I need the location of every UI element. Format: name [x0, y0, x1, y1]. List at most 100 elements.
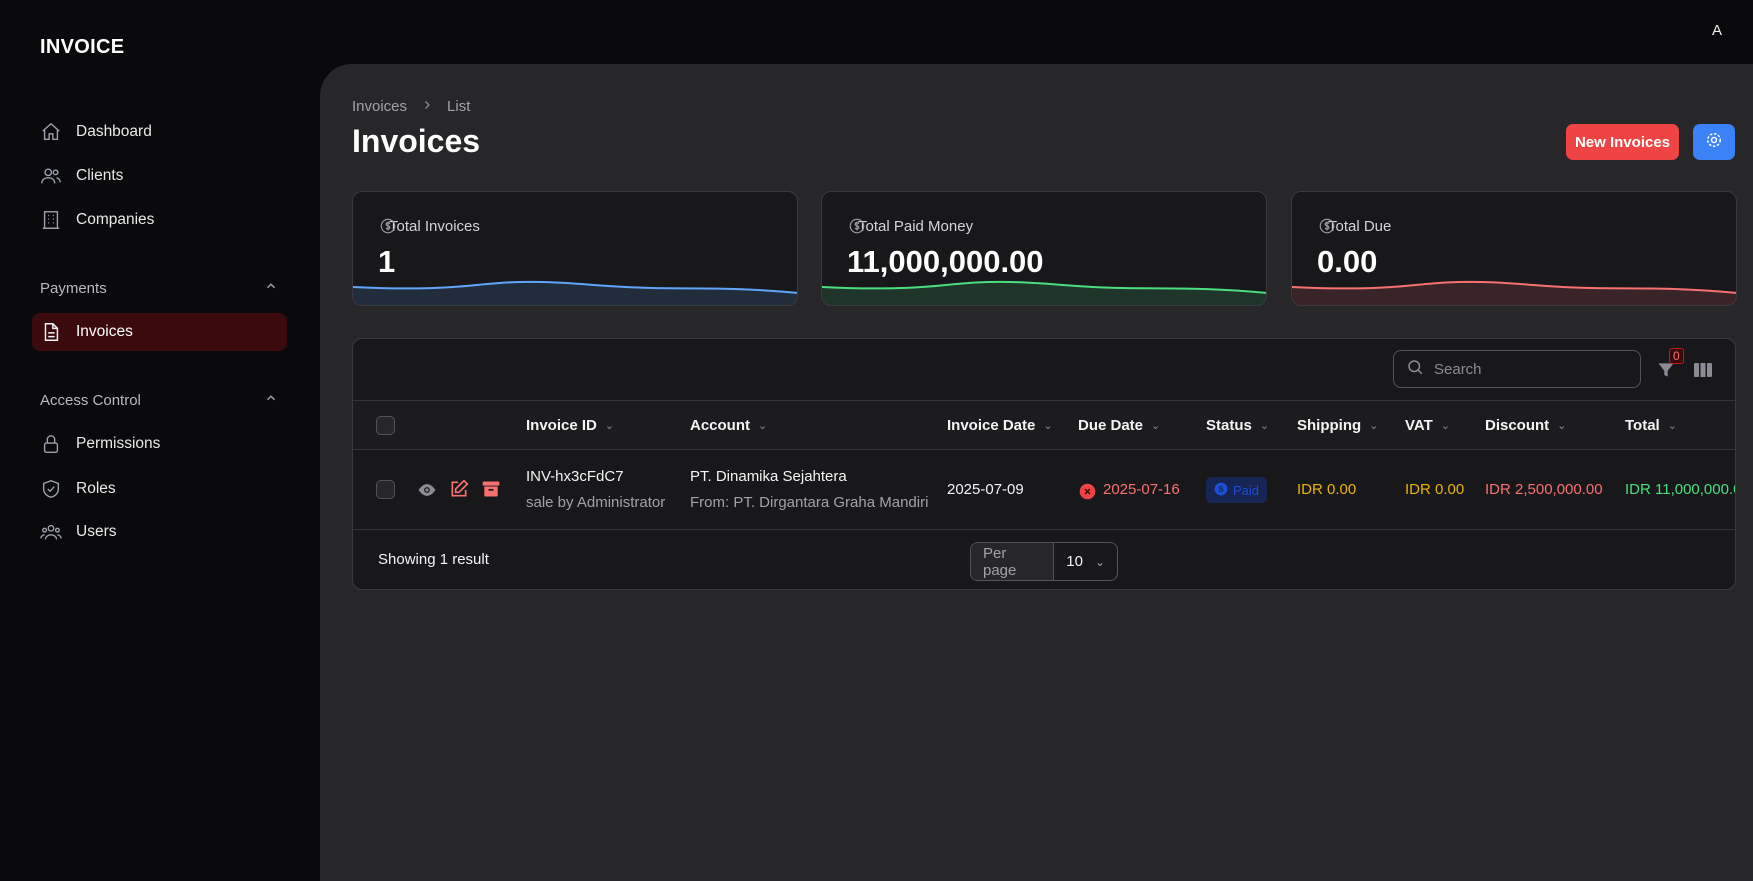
sidebar-item-label: Clients — [76, 167, 124, 184]
sidebar-group-payments[interactable]: Payments — [40, 279, 278, 297]
column-due-date[interactable]: Due Date ⌄ — [1078, 417, 1160, 434]
gear-icon — [1704, 130, 1724, 155]
sidebar-item-label: Invoices — [76, 323, 133, 340]
invoice-id[interactable]: INV-hx3cFdC7 — [526, 468, 624, 485]
shield-check-icon — [40, 478, 62, 500]
chevron-down-icon: ⌄ — [1667, 420, 1677, 432]
shipping: IDR 0.00 — [1297, 481, 1357, 498]
sidebar-item-companies[interactable]: Companies — [32, 201, 287, 239]
stat-label: Total Due — [1328, 218, 1392, 235]
edit-icon[interactable] — [449, 479, 469, 504]
svg-text:S: S — [1218, 484, 1224, 493]
new-invoice-button[interactable]: New Invoices — [1566, 124, 1679, 160]
stat-card-total-due: Total Due 0.00 — [1291, 191, 1737, 306]
sidebar-item-label: Roles — [76, 480, 116, 497]
account-from: From: PT. Dirgantara Graha Mandiri — [690, 494, 929, 511]
sparkline — [822, 280, 1266, 305]
sidebar-item-label: Permissions — [76, 435, 161, 452]
sidebar-group-access-control[interactable]: Access Control — [40, 391, 278, 409]
chevron-right-icon — [421, 98, 433, 115]
column-shipping[interactable]: Shipping ⌄ — [1297, 417, 1378, 434]
sparkline — [353, 280, 797, 305]
search-icon — [1406, 358, 1424, 380]
search-input[interactable]: Search — [1393, 350, 1641, 388]
app-logo: INVOICE — [40, 36, 125, 58]
breadcrumb-invoices[interactable]: Invoices — [352, 98, 407, 115]
user-avatar[interactable]: A — [1712, 22, 1722, 39]
chevron-down-icon: ⌄ — [758, 420, 768, 432]
table-header: Invoice ID ⌄ Account ⌄ Invoice Date ⌄ Due D… — [353, 400, 1735, 450]
chevron-up-icon[interactable] — [264, 391, 278, 409]
due-date: 2025-07-16 — [1103, 481, 1180, 498]
stat-card-total-invoices: Total Invoices 1 — [352, 191, 798, 306]
sidebar-item-invoices[interactable]: Invoices — [32, 313, 287, 351]
lock-icon — [40, 433, 62, 455]
column-account[interactable]: Account ⌄ — [690, 417, 767, 434]
sidebar-item-users[interactable]: Users — [32, 513, 287, 551]
stat-label: Total Invoices — [389, 218, 480, 235]
sidebar-item-roles[interactable]: Roles — [32, 470, 287, 508]
columns-icon — [1693, 363, 1713, 383]
total: IDR 11,000,000.0 — [1625, 481, 1736, 498]
page-title: Invoices — [352, 123, 481, 159]
column-status[interactable]: Status ⌄ — [1206, 417, 1269, 434]
per-page-label: Per page — [971, 543, 1055, 580]
per-page-value: 10 — [1066, 553, 1083, 570]
breadcrumb: Invoices List — [352, 98, 470, 115]
chevron-down-icon: ⌄ — [1440, 420, 1450, 432]
document-icon — [40, 321, 62, 343]
home-icon — [40, 121, 62, 143]
invoices-table: Search 0 Invoice ID ⌄ Account ⌄ Invoice Da… — [352, 338, 1736, 590]
search-placeholder: Search — [1434, 360, 1482, 378]
stat-label: Total Paid Money — [858, 218, 974, 235]
chevron-down-icon: ⌄ — [1259, 420, 1270, 432]
invoice-date: 2025-07-09 — [947, 481, 1024, 498]
chevron-down-icon: ⌄ — [1094, 554, 1105, 569]
filter-button[interactable]: 0 — [1656, 348, 1684, 385]
sale-by: sale by Administrator — [526, 494, 666, 511]
chevron-down-icon: ⌄ — [1557, 420, 1567, 432]
column-vat[interactable]: VAT ⌄ — [1405, 417, 1450, 434]
chevron-up-icon[interactable] — [264, 279, 278, 297]
sidebar-item-permissions[interactable]: Permissions — [32, 425, 287, 463]
sparkline — [1292, 280, 1736, 305]
sidebar-item-label: Dashboard — [76, 123, 152, 140]
column-invoice-id[interactable]: Invoice ID ⌄ — [526, 417, 614, 434]
chevron-down-icon: ⌄ — [1151, 420, 1161, 432]
filter-icon — [1656, 363, 1676, 384]
building-icon — [40, 209, 62, 231]
group-label: Access Control — [40, 391, 141, 409]
dollar-circle-icon: S — [1214, 482, 1228, 499]
select-all-checkbox[interactable] — [376, 416, 395, 435]
columns-toggle-button[interactable] — [1693, 361, 1713, 384]
stat-card-total-paid: Total Paid Money 11,000,000.00 — [821, 191, 1267, 306]
status-badge: S Paid — [1206, 477, 1268, 503]
users-icon — [40, 165, 62, 187]
chevron-down-icon: ⌄ — [1369, 420, 1379, 432]
table-footer: Showing 1 result Per page 10 ⌄ — [353, 530, 1735, 589]
group-label: Payments — [40, 279, 107, 297]
sidebar-item-dashboard[interactable]: Dashboard — [32, 113, 287, 151]
column-invoice-date[interactable]: Invoice Date ⌄ — [947, 417, 1053, 434]
chevron-down-icon: ⌄ — [1043, 420, 1053, 432]
user-group-icon — [40, 521, 62, 543]
row-checkbox[interactable] — [376, 480, 395, 499]
table-row[interactable]: INV-hx3cFdC7 sale by Administrator PT. D… — [353, 450, 1735, 530]
discount: IDR 2,500,000.00 — [1485, 481, 1603, 498]
chevron-down-icon: ⌄ — [604, 420, 615, 432]
vat: IDR 0.00 — [1405, 481, 1465, 498]
sidebar-item-label: Companies — [76, 211, 155, 228]
column-discount[interactable]: Discount ⌄ — [1485, 417, 1566, 434]
filter-count-badge: 0 — [1669, 348, 1684, 364]
archive-icon[interactable] — [481, 479, 501, 504]
settings-button[interactable] — [1693, 124, 1735, 160]
column-total[interactable]: Total ⌄ — [1625, 417, 1677, 434]
eye-icon[interactable] — [417, 480, 437, 505]
sidebar-item-clients[interactable]: Clients — [32, 157, 287, 195]
account-name: PT. Dinamika Sejahtera — [690, 468, 847, 485]
breadcrumb-list: List — [447, 98, 471, 115]
sidebar-item-label: Users — [76, 523, 117, 540]
per-page-select[interactable]: Per page 10 ⌄ — [970, 542, 1118, 581]
result-count: Showing 1 result — [378, 551, 489, 568]
x-circle-icon — [1079, 483, 1096, 505]
